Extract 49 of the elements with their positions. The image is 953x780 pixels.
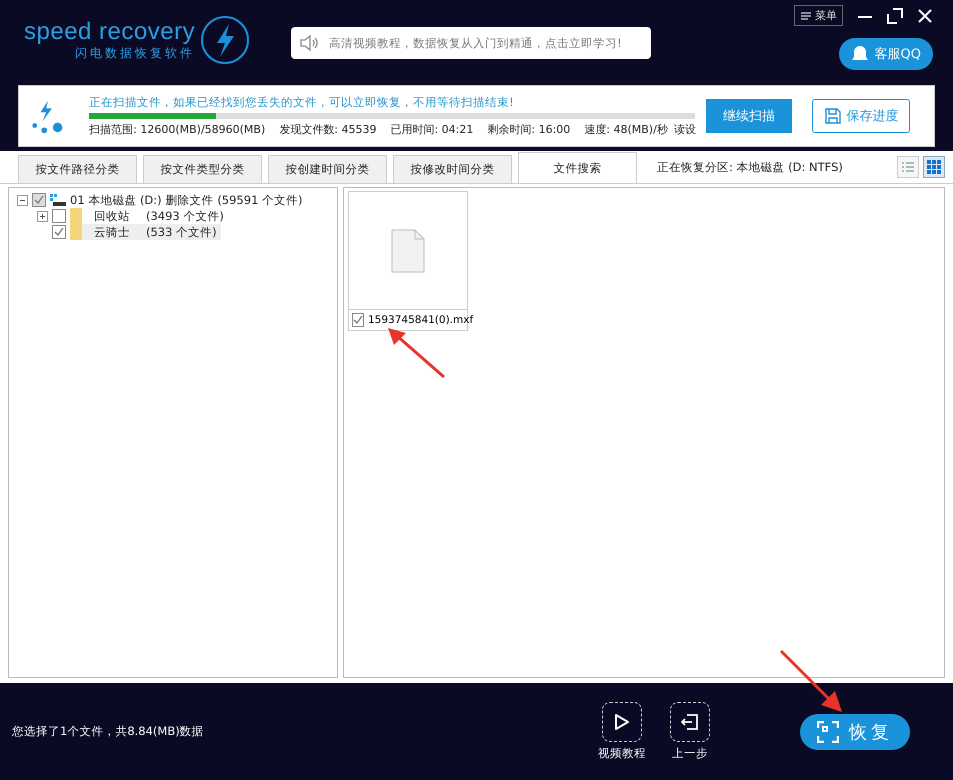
tree-label[interactable]: 01 本地磁盘 (D:) 删除文件 (70, 192, 214, 208)
annotation-arrow (386, 327, 448, 379)
exit-icon (681, 713, 699, 731)
close-icon[interactable] (917, 8, 933, 24)
drive-icon (50, 193, 66, 207)
logo-subtitle: 闪电数据恢复软件 (75, 44, 196, 62)
tree-item[interactable]: 回收站 (3493 个文件) (70, 208, 228, 224)
scan-stat: 已用时间: 04:21 (390, 122, 474, 137)
grid-icon (927, 160, 941, 174)
scan-message: 正在扫描文件，如果已经找到您丢失的文件，可以立即恢复，不用等待扫描结束! (89, 95, 515, 110)
scan-stat: 读设 (674, 122, 696, 137)
selection-summary: 您选择了1个文件，共8.84(MB)数据 (12, 724, 204, 739)
category-tab[interactable]: 按修改时间分类 (393, 155, 512, 183)
checkbox[interactable] (32, 193, 46, 207)
notice-bar[interactable]: 高清视频教程，数据恢复从入门到精通，点击立即学习! (291, 27, 652, 59)
file-count: (59591 个文件) (217, 192, 303, 208)
expand-icon[interactable] (37, 210, 48, 222)
scan-stat: 速度: 48(MB)/秒 (584, 122, 668, 137)
tree-item[interactable]: 云骑士 (533 个文件) (70, 224, 221, 240)
category-tab[interactable]: 按文件类型分类 (143, 155, 262, 183)
scan-frame-icon (817, 720, 839, 742)
list-icon (901, 161, 915, 173)
maximize-icon[interactable] (887, 8, 903, 24)
checkbox[interactable] (52, 225, 66, 239)
menu-icon (800, 10, 812, 20)
grid-view-button[interactable] (923, 156, 945, 178)
file-name: 1593745841(0).mxf (368, 314, 474, 326)
play-icon (614, 713, 630, 731)
category-tab[interactable]: 按文件路径分类 (18, 155, 137, 183)
list-view-button[interactable] (897, 156, 919, 178)
folder-icon (70, 224, 82, 240)
checkbox[interactable] (352, 313, 364, 327)
lightning-logo-icon (199, 14, 252, 66)
category-tab[interactable]: 按创建时间分类 (268, 155, 387, 183)
annotation-arrow (779, 649, 845, 715)
save-icon (824, 107, 842, 125)
speaker-icon (299, 34, 320, 52)
folder-icon (70, 208, 82, 224)
notice-text: 高清视频教程，数据恢复从入门到精通，点击立即学习! (329, 36, 622, 50)
menu-button[interactable]: 菜单 (794, 5, 843, 26)
scan-stat: 扫描范围: 12600(MB)/58960(MB) (89, 122, 266, 137)
scan-stat: 剩余时间: 16:00 (487, 122, 570, 137)
collapse-icon[interactable] (17, 194, 28, 206)
checkbox[interactable] (52, 209, 66, 223)
partition-label: 正在恢复分区: 本地磁盘 (D: NTFS) (657, 160, 843, 174)
document-icon (391, 228, 425, 272)
logo-title: speed recovery (24, 18, 196, 44)
category-tab[interactable]: 文件搜索 (518, 152, 637, 183)
scan-stat: 发现文件数: 45539 (279, 122, 376, 137)
